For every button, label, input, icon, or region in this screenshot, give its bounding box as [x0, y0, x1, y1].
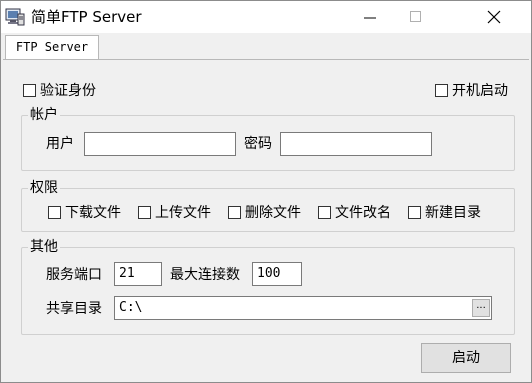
delete-checkbox[interactable]: [228, 206, 241, 219]
rename-checkbox[interactable]: [318, 206, 331, 219]
account-group: 帐户 用户 密码: [21, 106, 515, 171]
port-label: 服务端口: [46, 267, 102, 283]
max-conn-label: 最大连接数: [170, 267, 240, 283]
window-title: 简单FTP Server: [31, 8, 142, 26]
user-input[interactable]: [84, 132, 236, 156]
download-label[interactable]: 下载文件: [65, 204, 121, 222]
autostart-checkbox[interactable]: [435, 84, 448, 97]
user-label: 用户: [46, 136, 74, 152]
password-input[interactable]: [280, 132, 432, 156]
tab-ftp-server[interactable]: FTP Server: [5, 35, 99, 60]
close-button[interactable]: [471, 1, 517, 33]
port-input[interactable]: 21: [114, 262, 162, 286]
title-bar: 简单FTP Server: [1, 1, 531, 33]
permissions-group-title: 权限: [28, 179, 60, 197]
upload-checkbox[interactable]: [138, 206, 151, 219]
auth-checkbox[interactable]: [23, 84, 36, 97]
other-group-title: 其他: [28, 238, 60, 256]
password-label: 密码: [244, 136, 272, 152]
share-dir-input[interactable]: C:\: [114, 296, 492, 320]
app-window: 简单FTP Server FTP Server 验证身份 开机启动 帐户 用户 …: [0, 0, 532, 383]
download-checkbox[interactable]: [48, 206, 61, 219]
minimize-icon: [364, 17, 376, 19]
rename-label[interactable]: 文件改名: [335, 204, 391, 222]
close-icon: [487, 10, 501, 24]
account-group-title: 帐户: [28, 106, 60, 124]
start-button[interactable]: 启动: [421, 343, 511, 373]
permissions-group: 权限 下载文件 上传文件 删除文件 文件改名 新建目录: [21, 179, 515, 232]
delete-label[interactable]: 删除文件: [245, 204, 301, 222]
minimize-button[interactable]: [347, 1, 393, 33]
mkdir-checkbox[interactable]: [408, 206, 421, 219]
mkdir-label[interactable]: 新建目录: [425, 204, 481, 222]
app-icon: [5, 8, 25, 26]
tab-strip: FTP Server: [3, 34, 531, 60]
maximize-icon: [410, 11, 421, 22]
upload-label[interactable]: 上传文件: [155, 204, 211, 222]
autostart-label[interactable]: 开机启动: [452, 82, 508, 100]
other-group: 其他 服务端口 21 最大连接数 100 共享目录 C:\ ...: [21, 238, 515, 335]
auth-label[interactable]: 验证身份: [40, 82, 96, 100]
max-conn-input[interactable]: 100: [252, 262, 302, 286]
browse-button[interactable]: ...: [472, 299, 490, 317]
maximize-button[interactable]: [393, 1, 439, 33]
tab-panel: 验证身份 开机启动 帐户 用户 密码 权限 下载文件 上传文件 删除文件 文件改…: [3, 59, 529, 382]
share-dir-label: 共享目录: [46, 301, 102, 317]
